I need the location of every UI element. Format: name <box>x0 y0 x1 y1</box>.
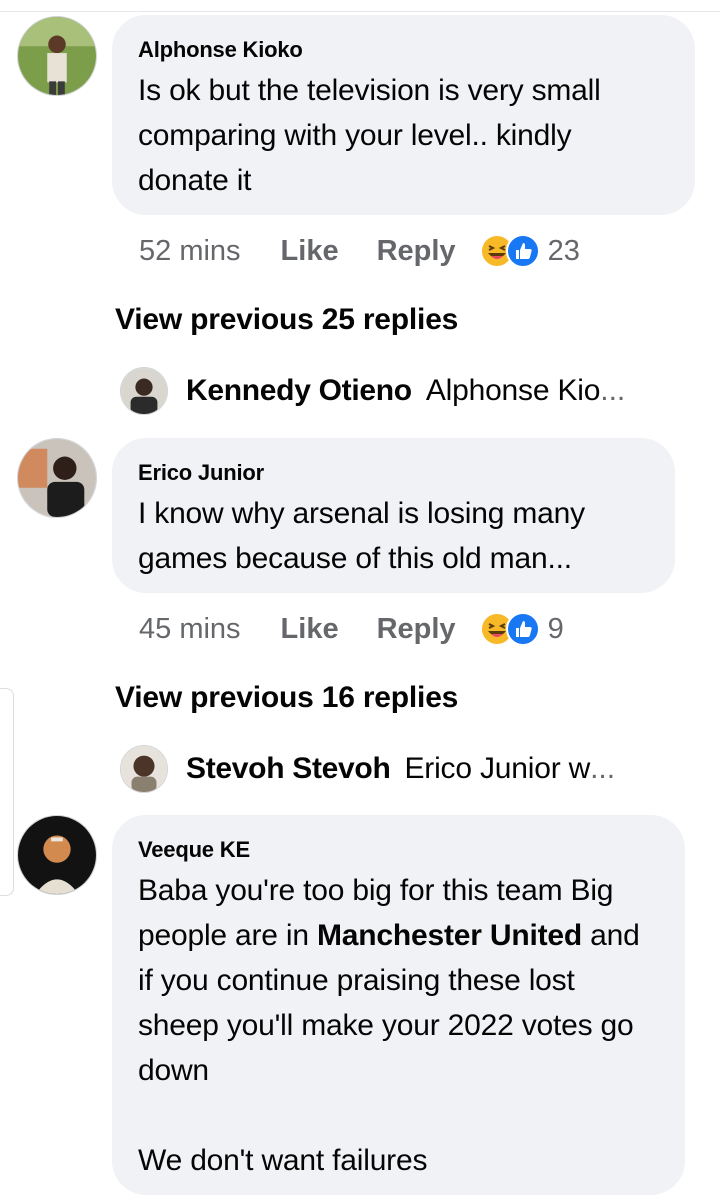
comment-author[interactable]: Alphonse Kioko <box>138 35 669 65</box>
reply-button[interactable]: Reply <box>377 613 456 646</box>
avatar-kennedy-otieno[interactable] <box>120 367 168 415</box>
reply-preview[interactable]: Kennedy Otieno Alphonse Kio... <box>120 367 680 415</box>
reaction-count: 9 <box>547 612 564 645</box>
reactions-summary[interactable]: 23 <box>479 234 580 268</box>
view-previous-replies-link[interactable]: View previous 25 replies <box>115 300 458 340</box>
avatar-stevoh-stevoh[interactable] <box>120 745 168 793</box>
comment-text-part: and if you continue praising these lost … <box>138 919 640 1177</box>
view-previous-replies-link[interactable]: View previous 16 replies <box>115 678 458 718</box>
reply-author[interactable]: Stevoh Stevoh <box>186 752 391 786</box>
like-button[interactable]: Like <box>281 235 339 268</box>
comment-text: Baba you're too big for this team Big pe… <box>138 868 659 1183</box>
comment-actions: 45 mins Like Reply 9 <box>139 609 564 649</box>
comment-text: Is ok but the television is very small c… <box>138 74 609 197</box>
reply-ellipsis: ... <box>590 752 616 785</box>
reply-author[interactable]: Kennedy Otieno <box>186 374 412 408</box>
comment-time[interactable]: 52 mins <box>139 235 241 268</box>
like-icon <box>505 612 540 646</box>
comments-page: Alphonse Kioko Is ok but the television … <box>0 0 720 1200</box>
reply-ellipsis: ... <box>600 374 626 407</box>
comment-bubble[interactable]: Erico Junior I know why arsenal is losin… <box>112 438 675 593</box>
comment-bubble[interactable]: Veeque KE Baba you're too big for this t… <box>112 815 685 1195</box>
avatar-erico-junior[interactable] <box>17 438 97 518</box>
avatar-veeque-ke[interactable] <box>17 815 97 895</box>
reply-snippet: Erico Junior w <box>404 752 591 785</box>
comment-author[interactable]: Erico Junior <box>138 458 649 488</box>
reactions-summary[interactable]: 9 <box>479 612 564 646</box>
comment-time[interactable]: 45 mins <box>139 613 241 646</box>
reply-preview[interactable]: Stevoh Stevoh Erico Junior w... <box>120 745 680 793</box>
reaction-count: 23 <box>547 234 580 267</box>
divider <box>0 11 720 12</box>
avatar-alphonse-kioko[interactable] <box>17 16 97 96</box>
comment-author[interactable]: Veeque KE <box>138 835 659 865</box>
like-icon <box>505 234 540 268</box>
comment-text: I know why arsenal is losing many games … <box>138 497 594 575</box>
reply-button[interactable]: Reply <box>377 235 456 268</box>
reply-snippet: Alphonse Kio <box>425 374 601 407</box>
edge-handle[interactable] <box>0 688 14 896</box>
comment-actions: 52 mins Like Reply 23 <box>139 231 580 271</box>
like-button[interactable]: Like <box>281 613 339 646</box>
comment-bubble[interactable]: Alphonse Kioko Is ok but the television … <box>112 15 695 215</box>
comment-text-bold: Manchester United <box>317 919 583 952</box>
